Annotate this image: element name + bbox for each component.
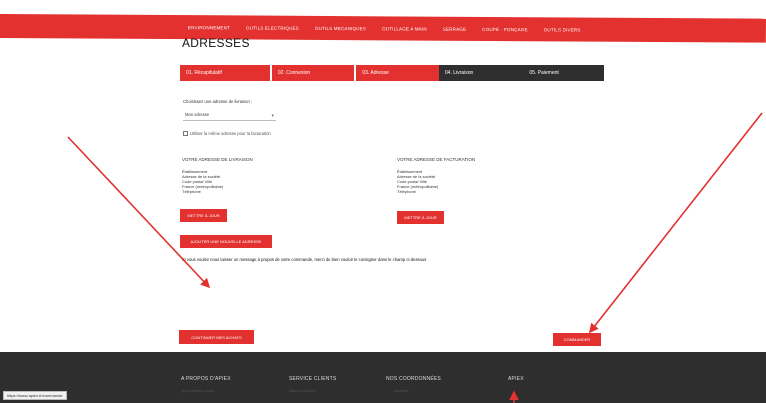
nav-item-6[interactable]: COUPE · PONÇAGE bbox=[482, 26, 528, 31]
address-line: Téléphone bbox=[182, 189, 201, 194]
footer-link-about[interactable]: Qui sommes-nous bbox=[181, 388, 213, 393]
checkbox-label: Utiliser la même adresse pour la factura… bbox=[190, 131, 271, 136]
update-billing-address-button[interactable]: METTRE À JOUR bbox=[397, 211, 444, 224]
delivery-choice-label: Choisissez une adresse de livraison : bbox=[183, 99, 253, 104]
top-nav-bar: ENVIRONNEMENT OUTILS ELECTRIQUES OUTILS … bbox=[0, 14, 766, 43]
footer-heading-service: SERVICE CLIENTS bbox=[289, 376, 337, 382]
footer-link-contact[interactable]: Adresse bbox=[394, 388, 409, 393]
step-label: 01. Récapitulatif bbox=[186, 70, 222, 76]
step-label: 04. Livraison bbox=[444, 70, 474, 76]
select-value: Mon adresse bbox=[185, 112, 210, 117]
footer-heading-brand: APIEX bbox=[508, 376, 524, 382]
step-address[interactable]: 03. Adresse bbox=[356, 65, 439, 81]
continue-shopping-button[interactable]: CONTINUER MES ACHATS bbox=[179, 330, 254, 344]
same-address-checkbox[interactable]: Utiliser la même adresse pour la factura… bbox=[183, 131, 271, 136]
footer-heading-contact: NOS COORDONNÉES bbox=[386, 376, 441, 382]
address-line: Téléphone bbox=[397, 189, 416, 194]
delivery-address-select[interactable]: Mon adresse ▾ bbox=[183, 112, 276, 121]
step-shipping: 04. Livraison bbox=[438, 65, 524, 81]
step-summary[interactable]: 01. Récapitulatif bbox=[180, 65, 271, 81]
add-address-button[interactable]: AJOUTER UNE NOUVELLE ADRESSE bbox=[180, 235, 272, 248]
order-message-note: Si vous voulez nous laisser un message à… bbox=[182, 257, 427, 262]
step-label: 05. Paiement bbox=[529, 70, 559, 76]
step-payment: 05. Paiement bbox=[523, 65, 605, 81]
annotation-arrows bbox=[67, 112, 763, 403]
nav-item-7[interactable]: OUTILS DIVERS bbox=[544, 27, 581, 32]
billing-address-card: VOTRE ADRESSE DE FACTURATION Établisseme… bbox=[397, 157, 475, 194]
update-delivery-address-button[interactable]: METTRE À JOUR bbox=[180, 209, 227, 222]
step-login[interactable]: 02. Connexion bbox=[271, 65, 355, 81]
nav-item-4[interactable]: OUTILLAGE A MAIN bbox=[382, 26, 427, 31]
billing-address-title: VOTRE ADRESSE DE FACTURATION bbox=[397, 157, 476, 162]
annotation-arrow-right bbox=[589, 112, 763, 334]
step-label: 03. Adresse bbox=[362, 70, 389, 76]
footer-link-service[interactable]: Nous contacter bbox=[289, 388, 316, 393]
status-bar-url: https://www.apiex.fr/commande bbox=[3, 391, 67, 400]
checkbox-icon bbox=[183, 131, 188, 136]
delivery-address-title: VOTRE ADRESSE DE LIVRAISON bbox=[182, 157, 253, 162]
site-footer: A PROPOS D'APIEX SERVICE CLIENTS NOS COO… bbox=[0, 352, 766, 403]
page-title: ADRESSES bbox=[182, 36, 250, 50]
nav-item-5[interactable]: SERRAGE bbox=[443, 26, 466, 31]
order-button[interactable]: COMMANDER bbox=[553, 333, 601, 346]
nav-item-1[interactable]: ENVIRONNEMENT bbox=[188, 25, 230, 30]
nav-item-2[interactable]: OUTILS ELECTRIQUES bbox=[246, 25, 299, 30]
footer-heading-about: A PROPOS D'APIEX bbox=[181, 376, 231, 382]
nav-item-3[interactable]: OUTILS MECANIQUES bbox=[315, 25, 366, 30]
delivery-address-card: VOTRE ADRESSE DE LIVRAISON Établissement… bbox=[182, 157, 253, 194]
step-label: 02. Connexion bbox=[277, 70, 311, 76]
checkout-steps: 01. Récapitulatif 02. Connexion 03. Adre… bbox=[180, 65, 605, 81]
chevron-down-icon: ▾ bbox=[271, 113, 274, 119]
